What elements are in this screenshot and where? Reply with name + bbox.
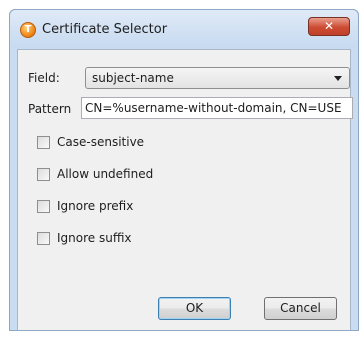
ignore-suffix-label: Ignore suffix [57,231,132,245]
certificate-selector-window: T Certificate Selector ✕ Field: subject-… [9,9,359,331]
close-button[interactable]: ✕ [308,17,350,36]
ok-button[interactable]: OK [158,297,231,320]
dialog-content: Field: subject-name Pattern CN=%username… [17,49,353,330]
pattern-input[interactable]: CN=%username-without-domain, CN=USE [81,97,353,119]
ignore-prefix-label: Ignore prefix [57,199,134,213]
ignore-suffix-checkbox[interactable] [37,232,50,245]
field-select-value: subject-name [92,71,174,85]
close-icon: ✕ [323,19,335,33]
window-title: Certificate Selector [42,22,168,37]
allow-undefined-checkbox[interactable] [37,168,50,181]
case-sensitive-checkbox[interactable] [37,136,50,149]
field-select[interactable]: subject-name [85,67,350,89]
cancel-button[interactable]: Cancel [264,297,337,320]
pattern-label: Pattern [28,102,72,116]
field-label: Field: [28,71,60,85]
case-sensitive-label: Case-sensitive [57,135,145,149]
app-logo-icon: T [20,22,36,38]
pattern-input-value: CN=%username-without-domain, CN=USE [85,101,342,115]
chevron-down-icon [334,76,342,81]
title-bar[interactable]: T Certificate Selector ✕ [10,10,358,48]
allow-undefined-label: Allow undefined [57,167,154,181]
ignore-prefix-checkbox[interactable] [37,200,50,213]
